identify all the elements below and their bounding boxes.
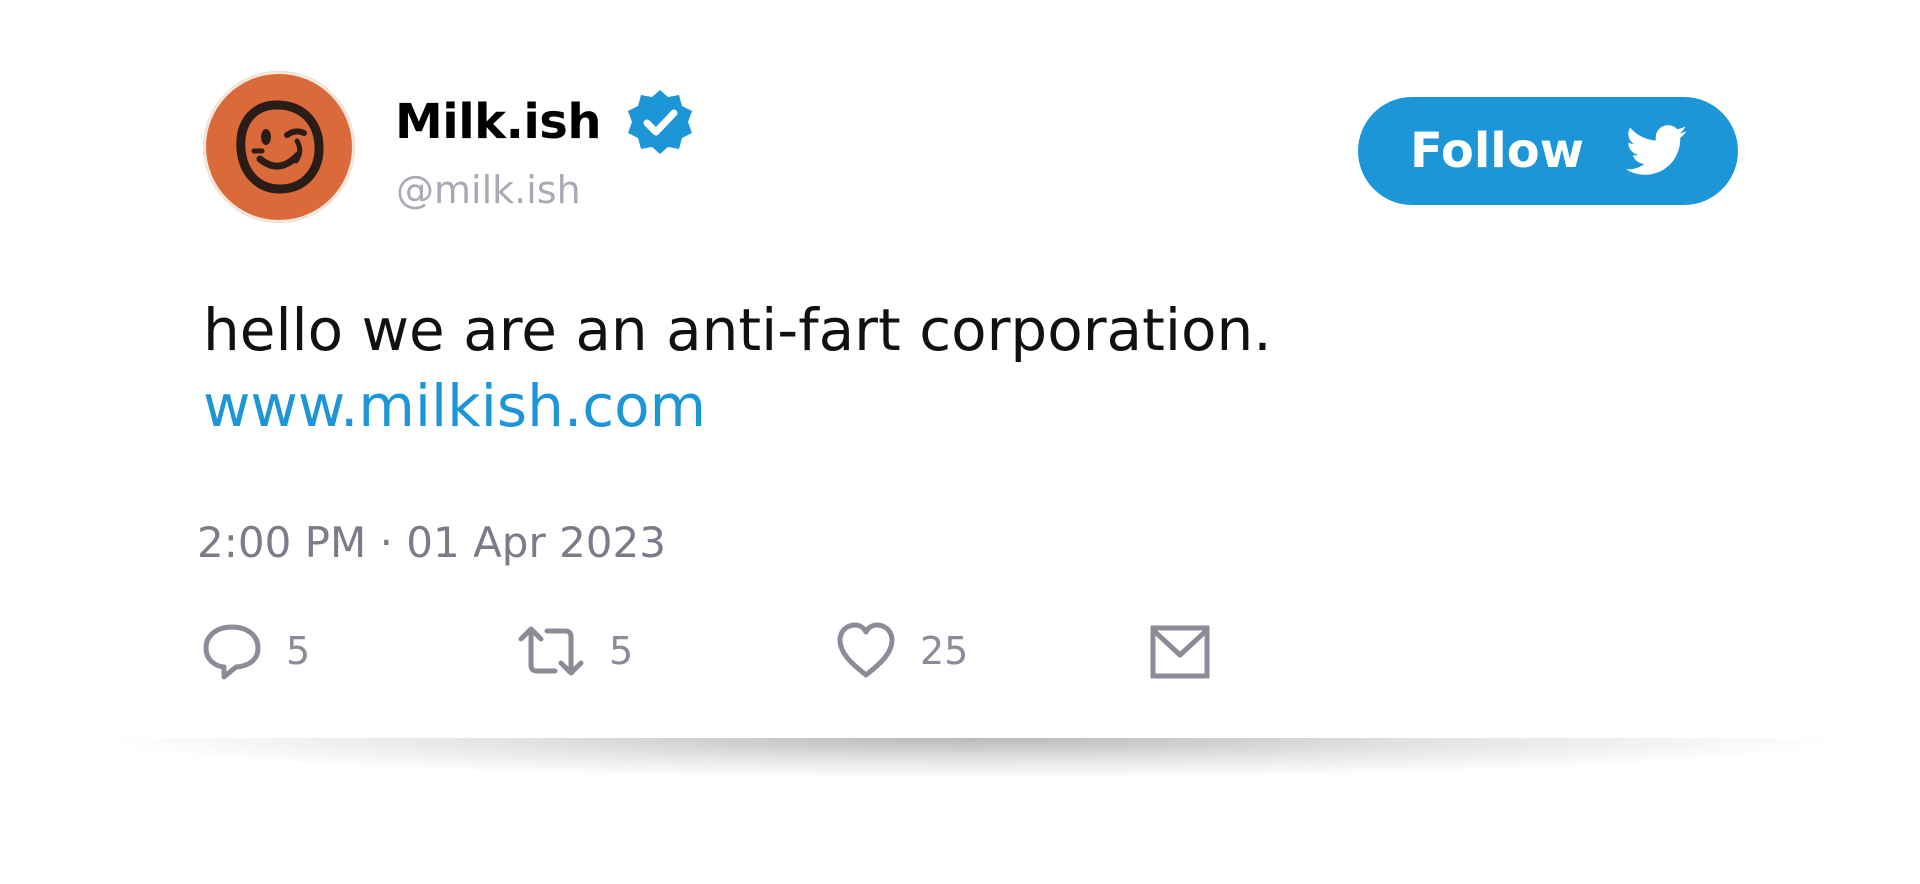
winking-face-logo-icon [236,100,324,194]
follow-label: Follow [1410,123,1585,179]
twitter-bird-icon [1626,125,1687,175]
like-button[interactable]: 25 [834,616,968,686]
reply-button[interactable]: 5 [200,616,310,686]
tweet-link[interactable]: www.milkish.com [203,372,706,440]
timestamp[interactable]: 2:00 PM · 01 Apr 2023 [197,518,666,567]
handle[interactable]: @milk.ish [396,168,581,212]
retweet-icon [518,626,584,676]
retweet-count: 5 [609,629,634,673]
avatar[interactable] [203,71,355,223]
envelope-icon [1150,625,1210,679]
reply-icon [203,624,261,680]
display-name[interactable]: Milk.ish [395,94,602,150]
verified-badge-icon [628,90,693,154]
card-shadow [110,738,1830,778]
reply-count: 5 [286,629,311,673]
heart-icon [837,622,895,678]
retweet-button[interactable]: 5 [515,616,633,686]
name-row: Milk.ish [395,84,695,160]
tweet-text: hello we are an anti-fart corporation. [203,296,1272,364]
follow-button[interactable]: Follow [1358,97,1738,205]
share-button[interactable] [1148,616,1212,686]
like-count: 25 [920,629,969,673]
